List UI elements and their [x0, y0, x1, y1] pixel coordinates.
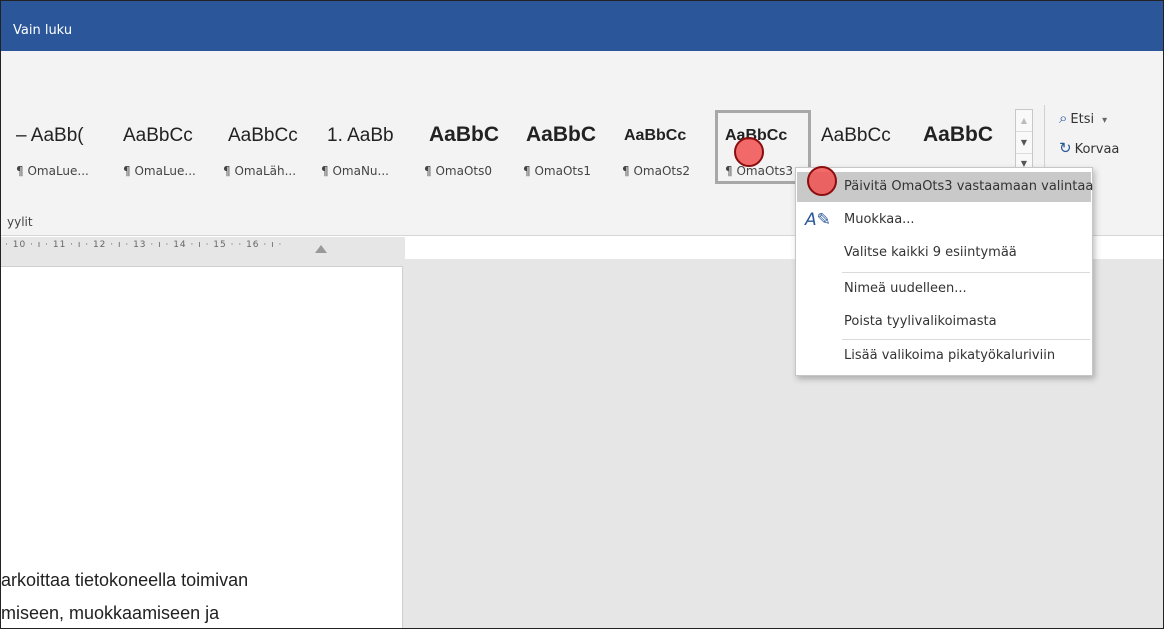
style-name: ¶ OmaOts1 [523, 164, 591, 178]
style-tile-omalue1[interactable]: – AaBb( ¶ OmaLue... [16, 109, 111, 189]
menu-item-label: Nimeä uudelleen... [844, 281, 967, 296]
gallery-scroll-up-button[interactable]: ▲ [1016, 110, 1032, 132]
menu-item-label: Valitse kaikki 9 esiintymää [844, 245, 1017, 260]
menu-item-modify[interactable]: A✎ Muokkaa... [797, 205, 1091, 235]
search-icon: ⌕ [1059, 109, 1068, 127]
style-name: ¶ OmaLue... [123, 164, 196, 178]
title-bar: Vain luku [1, 1, 1163, 51]
gallery-scrollbar: ▲ ▼ ▼ [1015, 109, 1033, 175]
document-line: miseen, muokkaamiseen ja [1, 603, 220, 623]
chevron-down-icon: ▾ [1102, 115, 1108, 126]
window-title: Vain luku [13, 23, 73, 38]
style-sample: AaBbC [429, 123, 500, 146]
style-name: ¶ OmaLue... [16, 164, 89, 178]
style-tile-omaots0[interactable]: AaBbC ¶ OmaOts0 [421, 109, 515, 189]
indent-marker[interactable] [315, 245, 327, 253]
menu-separator [842, 339, 1090, 340]
style-context-menu: Päivitä OmaOts3 vastaamaan valintaa A✎ M… [795, 167, 1093, 376]
menu-item-rename[interactable]: Nimeä uudelleen... [797, 274, 1091, 304]
style-name: ¶ OmaOts0 [424, 164, 492, 178]
style-name: ¶ OmaLäh... [223, 164, 297, 178]
menu-item-select-all[interactable]: Valitse kaikki 9 esiintymää [797, 238, 1091, 268]
edit-style-icon: A✎ [805, 210, 831, 230]
document-line: arkoittaa tietokoneella toimivan [1, 570, 249, 590]
ribbon-tab-row [1, 51, 1163, 99]
replace-icon: ↻ [1059, 139, 1072, 157]
find-button[interactable]: ⌕ Etsi ▾ [1059, 109, 1107, 127]
gallery-scroll-down-button[interactable]: ▼ [1016, 132, 1032, 154]
style-sample: – AaBb( [16, 125, 84, 146]
menu-item-label: Lisää valikoima pikatyökaluriviin [844, 348, 1056, 363]
style-name: ¶ OmaNu... [321, 164, 389, 178]
style-sample: AaBbC [923, 123, 994, 146]
style-tile-omalah[interactable]: AaBbCc ¶ OmaLäh... [221, 109, 319, 189]
style-name: ¶ OmaOts3 [725, 164, 793, 178]
replace-button[interactable]: ↻ Korvaa [1059, 139, 1119, 157]
menu-item-update-style[interactable]: Päivitä OmaOts3 vastaamaan valintaa [797, 172, 1094, 202]
style-sample: AaBbCc [228, 125, 298, 146]
click-marker [807, 166, 837, 196]
menu-item-remove-from-gallery[interactable]: Poista tyylivalikoimasta [797, 307, 1091, 337]
style-sample: AaBbCc [821, 125, 891, 146]
style-name: ¶ OmaOts2 [622, 164, 690, 178]
find-label: Etsi [1070, 112, 1095, 127]
document-page[interactable]: arkoittaa tietokoneella toimivan miseen,… [1, 266, 403, 628]
styles-group-label: yylit [7, 215, 33, 229]
style-tile-omalue2[interactable]: AaBbCc ¶ OmaLue... [123, 109, 218, 189]
style-sample: AaBbCc [123, 125, 193, 146]
menu-item-label: Päivitä OmaOts3 vastaamaan valintaa [844, 179, 1094, 194]
style-sample: 1. AaBb [327, 125, 394, 146]
style-sample: AaBbCc [624, 127, 687, 144]
style-tile-omanu[interactable]: 1. AaBb ¶ OmaNu... [319, 109, 415, 189]
style-tile-omaots2[interactable]: AaBbCc ¶ OmaOts2 [619, 109, 713, 189]
menu-item-add-to-quick-access[interactable]: Lisää valikoima pikatyökaluriviin [797, 341, 1091, 371]
app-window: Vain luku – AaBb( ¶ OmaLue... AaBbCc ¶ O… [0, 0, 1164, 629]
click-marker [734, 137, 764, 167]
menu-item-label: Muokkaa... [844, 212, 915, 227]
horizontal-ruler: · 10 · ı · 11 · ı · 12 · ı · 13 · ı · 14… [1, 237, 405, 259]
ruler-ticks: · 10 · ı · 11 · ı · 12 · ı · 13 · ı · 14… [5, 240, 283, 250]
style-tile-omaots1[interactable]: AaBbC ¶ OmaOts1 [519, 109, 613, 189]
replace-label: Korvaa [1074, 142, 1120, 157]
menu-separator [842, 272, 1090, 273]
style-sample: AaBbC [526, 123, 597, 146]
menu-item-label: Poista tyylivalikoimasta [844, 314, 997, 329]
